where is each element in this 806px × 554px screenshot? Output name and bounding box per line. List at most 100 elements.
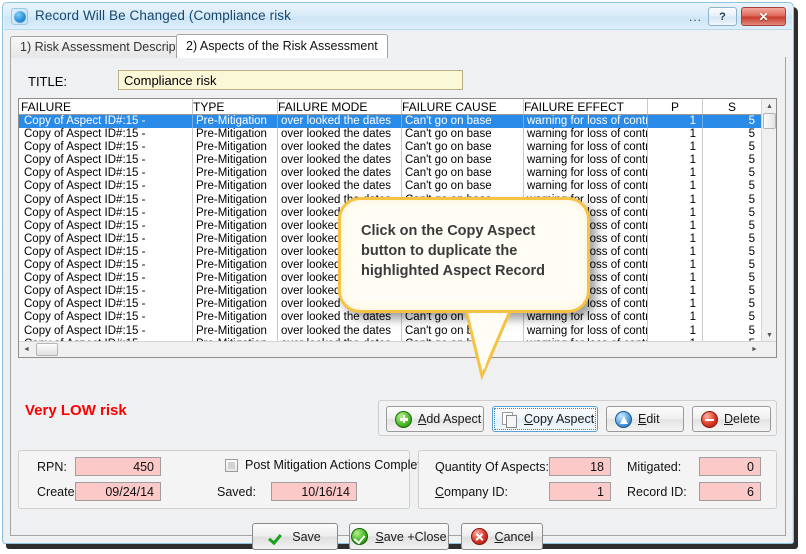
vertical-scroll-thumb[interactable]: [763, 113, 776, 129]
cell-failure: Copy of Aspect ID#:15 -: [21, 141, 193, 154]
saved-value[interactable]: 10/16/14: [271, 482, 357, 501]
cell-p: 1: [648, 285, 703, 298]
cell-s: 5: [703, 141, 762, 154]
cell-mode: over looked the dates: [278, 115, 402, 128]
tab-aspects-of-risk-assessment[interactable]: 2) Aspects of the Risk Assessment: [176, 34, 388, 58]
cell-s: 5: [703, 246, 762, 259]
cell-type: Pre-Mitigation: [193, 285, 278, 298]
cell-s: 5: [703, 311, 762, 324]
app-root: Record Will Be Changed (Compliance risk …: [0, 0, 806, 554]
callout-line-3: highlighted Aspect Record: [361, 261, 579, 281]
rpn-value[interactable]: 450: [75, 457, 161, 476]
save-button[interactable]: Save: [252, 523, 338, 550]
title-input[interactable]: Compliance risk: [118, 70, 463, 90]
grid-header-type[interactable]: TYPE: [193, 99, 278, 114]
company-id-label: Company ID:: [435, 485, 508, 499]
cell-effect: warning for loss of contra: [524, 154, 648, 167]
table-row[interactable]: Copy of Aspect ID#:15 -Pre-Mitigationove…: [19, 180, 776, 193]
created-value[interactable]: 09/24/14: [75, 482, 161, 501]
cell-failure: Copy of Aspect ID#:15 -: [21, 180, 193, 193]
cell-s: 5: [703, 325, 762, 338]
table-row[interactable]: Copy of Aspect ID#:15 -Pre-Mitigationove…: [19, 167, 776, 180]
window-title: Record Will Be Changed (Compliance risk: [35, 8, 291, 23]
record-id-value[interactable]: 6: [699, 482, 761, 501]
cell-failure: Copy of Aspect ID#:15 -: [21, 325, 193, 338]
table-row[interactable]: Copy of Aspect ID#:15 -Pre-Mitigationove…: [19, 325, 776, 338]
title-label: TITLE:: [28, 74, 67, 89]
cell-failure: Copy of Aspect ID#:15 -: [21, 233, 193, 246]
callout-bubble: Click on the Copy Aspect button to dupli…: [338, 197, 590, 313]
scroll-up-icon[interactable]: ▲: [762, 99, 777, 113]
callout-text: Click on the Copy Aspect button to dupli…: [361, 221, 579, 281]
grid-horizontal-scrollbar[interactable]: ◄ ►: [19, 341, 777, 357]
cell-s: 5: [703, 128, 762, 141]
edit-aspect-button[interactable]: Edit: [606, 406, 684, 432]
cell-failure: Copy of Aspect ID#:15 -: [21, 167, 193, 180]
cell-p: 1: [648, 259, 703, 272]
cell-p: 1: [648, 233, 703, 246]
quantity-of-aspects-label: Quantity Of Aspects:: [435, 460, 549, 474]
cell-failure: Copy of Aspect ID#:15 -: [21, 154, 193, 167]
cell-p: 1: [648, 167, 703, 180]
left-field-group: RPN: 450 Post Mitigation Actions Complet…: [18, 450, 410, 509]
save-close-label: Save +Close: [375, 530, 446, 544]
triangle-circle-icon: [615, 411, 632, 428]
grid-header-mode[interactable]: FAILURE MODE: [278, 99, 402, 114]
quantity-of-aspects-value[interactable]: 18: [549, 457, 611, 476]
x-circle-icon: [471, 528, 488, 545]
cell-p: 1: [648, 311, 703, 324]
cell-type: Pre-Mitigation: [193, 272, 278, 285]
grid-header-effect[interactable]: FAILURE EFFECT: [524, 99, 648, 114]
grid-header-cause[interactable]: FAILURE CAUSE: [402, 99, 524, 114]
add-aspect-button[interactable]: Add Aspect: [386, 406, 484, 432]
company-id-value[interactable]: 1: [549, 482, 611, 501]
callout-line-2: button to duplicate the: [361, 241, 579, 261]
cell-p: 1: [648, 154, 703, 167]
overflow-icon[interactable]: ...: [689, 8, 704, 26]
horizontal-scroll-thumb[interactable]: [36, 343, 58, 356]
mitigated-label: Mitigated:: [627, 460, 681, 474]
scroll-down-icon[interactable]: ▼: [762, 328, 777, 342]
cell-p: 1: [648, 298, 703, 311]
cell-type: Pre-Mitigation: [193, 115, 278, 128]
save-close-button[interactable]: Save +Close: [349, 523, 449, 550]
table-row[interactable]: Copy of Aspect ID#:15 -Pre-Mitigationove…: [19, 128, 776, 141]
cell-type: Pre-Mitigation: [193, 311, 278, 324]
cell-effect: warning for loss of contra: [524, 128, 648, 141]
cell-p: 1: [648, 220, 703, 233]
grid-header-s[interactable]: S: [703, 99, 762, 114]
cancel-button[interactable]: Cancel: [461, 523, 543, 550]
risk-level-label: Very LOW risk: [25, 402, 127, 419]
grid-header-p[interactable]: P: [648, 99, 703, 114]
cell-s: 5: [703, 167, 762, 180]
delete-aspect-button[interactable]: Delete: [692, 406, 771, 432]
cell-type: Pre-Mitigation: [193, 207, 278, 220]
close-button[interactable]: ✕: [741, 7, 786, 26]
cell-type: Pre-Mitigation: [193, 220, 278, 233]
cell-cause: Can't go on base: [402, 141, 524, 154]
cell-failure: Copy of Aspect ID#:15 -: [21, 272, 193, 285]
cell-p: 1: [648, 128, 703, 141]
cell-cause: Can't go on base: [402, 167, 524, 180]
table-row[interactable]: Copy of Aspect ID#:15 -Pre-Mitigationove…: [19, 154, 776, 167]
copy-aspect-button[interactable]: Copy Aspect: [492, 406, 598, 432]
cell-mode: over looked the dates: [278, 180, 402, 193]
cell-failure: Copy of Aspect ID#:15 -: [21, 194, 193, 207]
mitigated-value[interactable]: 0: [699, 457, 761, 476]
cell-failure: Copy of Aspect ID#:15 -: [21, 207, 193, 220]
cell-failure: Copy of Aspect ID#:15 -: [21, 220, 193, 233]
table-row[interactable]: Copy of Aspect ID#:15 -Pre-Mitigationove…: [19, 141, 776, 154]
saved-label: Saved:: [217, 485, 256, 499]
post-mitigation-checkbox[interactable]: [225, 459, 238, 472]
cell-type: Pre-Mitigation: [193, 194, 278, 207]
grid-vertical-scrollbar[interactable]: ▲ ▼: [761, 99, 776, 342]
scroll-left-icon[interactable]: ◄: [19, 342, 34, 357]
grid-header-failure[interactable]: FAILURE: [21, 99, 193, 114]
copy-icon: [501, 411, 518, 428]
help-button[interactable]: ?: [708, 7, 737, 26]
add-aspect-label: Add Aspect: [418, 412, 481, 426]
table-row[interactable]: Copy of Aspect ID#:15 -Pre-Mitigationove…: [19, 115, 776, 128]
scroll-right-icon[interactable]: ►: [747, 342, 762, 357]
cell-s: 5: [703, 285, 762, 298]
post-mitigation-label: Post Mitigation Actions Completed: [245, 458, 435, 472]
